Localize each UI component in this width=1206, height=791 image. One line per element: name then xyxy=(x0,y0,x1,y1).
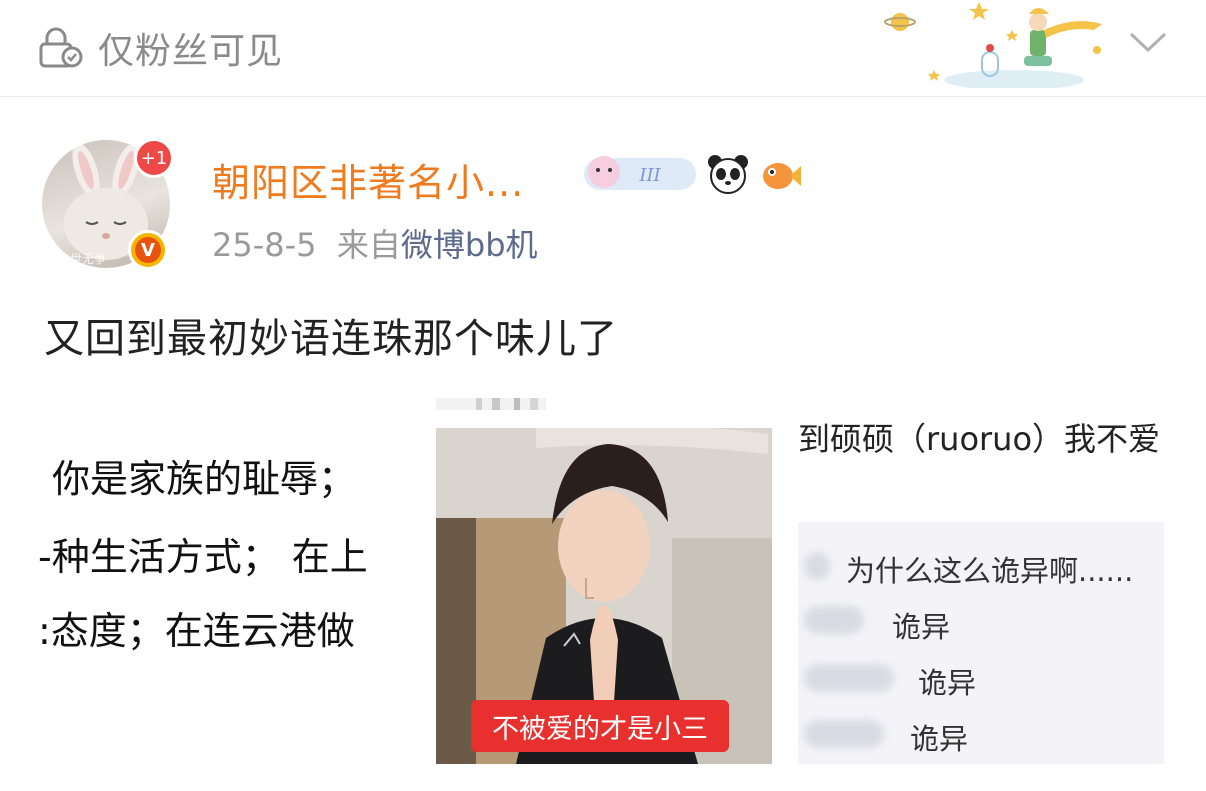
comment-4: 诡异 xyxy=(910,722,969,756)
blurred-username xyxy=(804,720,884,748)
sticker-caption: 不被爱的才是小三 xyxy=(471,700,729,752)
lock-user-icon xyxy=(39,27,83,68)
post-source-link[interactable]: 微博bb机 xyxy=(401,226,538,264)
post-text: 又回到最初妙语连珠那个味儿了 xyxy=(44,316,618,362)
verified-v-icon: V xyxy=(135,237,161,263)
goldfish-icon xyxy=(763,163,801,189)
comment-2: 诡异 xyxy=(892,610,951,644)
notification-badge: +1 xyxy=(134,138,174,178)
level-badge-icon: III xyxy=(584,156,696,190)
blurred-username xyxy=(804,606,864,634)
blurred-strip xyxy=(436,398,546,410)
visibility-label: 仅粉丝可见 xyxy=(98,31,284,72)
verified-badge: V xyxy=(128,230,168,270)
little-prince-banner xyxy=(884,2,1102,88)
chevron-down-icon[interactable] xyxy=(1128,28,1168,56)
screenshot-line-3: :态度；在连云港做 xyxy=(38,609,355,653)
level-text: III xyxy=(638,165,661,186)
post-meta: 25-8-5 来自微博bb机 xyxy=(212,220,538,266)
source-prefix: 来自 xyxy=(336,226,401,264)
screenshot-right-text: 到硕硕（ruoruo）我不爱 xyxy=(798,420,1161,458)
avatar-caption: 与世无争 xyxy=(58,252,107,266)
user-badges: III xyxy=(582,152,802,196)
top-bar: 仅粉丝可见 xyxy=(0,0,1206,97)
blurred-username xyxy=(804,664,894,692)
screenshot-line-1: 你是家族的耻辱； xyxy=(52,457,357,501)
panda-icon xyxy=(708,155,748,194)
screenshot-line-2: -种生活方式； 在上 xyxy=(38,535,368,579)
comments-panel: 为什么这么诡异啊...... 诡异 诡异 诡异 xyxy=(798,522,1164,764)
comment-1: 为什么这么诡异啊...... xyxy=(846,554,1134,588)
blurred-username xyxy=(804,552,830,580)
post-date: 25-8-5 xyxy=(212,226,317,264)
visibility-indicator: 仅粉丝可见 xyxy=(38,22,283,74)
username[interactable]: 朝阳区非著名小... xyxy=(212,152,524,207)
comment-3: 诡异 xyxy=(918,666,977,700)
